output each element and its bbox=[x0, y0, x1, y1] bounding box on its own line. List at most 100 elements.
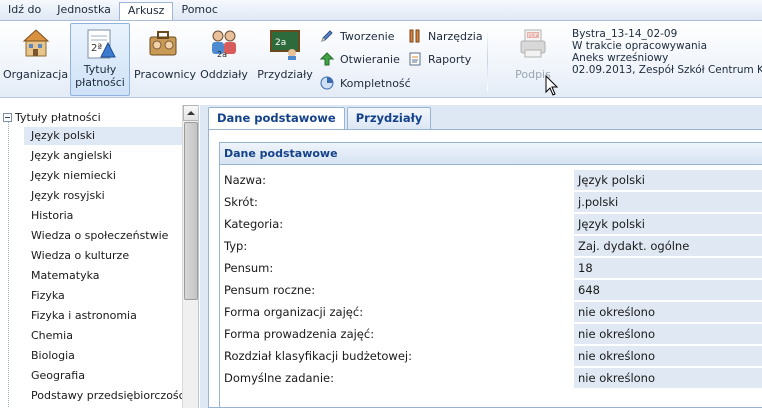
details-panel: Dane podstawowe Przydziały Dane podstawo… bbox=[200, 105, 762, 408]
tree-root[interactable]: Tytuły płatności bbox=[3, 110, 101, 124]
tworzenie-button[interactable]: Tworzenie bbox=[320, 27, 394, 45]
field-value[interactable]: nie określono bbox=[574, 324, 762, 344]
field-row: Pensum roczne: 648 bbox=[220, 279, 762, 301]
pencil-icon bbox=[320, 29, 334, 43]
tworzenie-label: Tworzenie bbox=[340, 29, 395, 43]
podpis-button[interactable]: PDF Podpis bbox=[508, 23, 558, 81]
section-title: Dane podstawowe bbox=[220, 143, 762, 165]
svg-text:2ª: 2ª bbox=[91, 43, 102, 54]
tree-root-label: Tytuły płatności bbox=[15, 110, 101, 124]
field-value[interactable]: Język polski bbox=[574, 170, 762, 190]
collapse-toggle-icon[interactable] bbox=[3, 112, 12, 122]
briefcase-icon bbox=[146, 26, 180, 60]
tree-item[interactable]: Podstawy przedsiębiorczości bbox=[24, 387, 188, 405]
przydzialy-button[interactable]: 2a Przydziały bbox=[256, 23, 314, 81]
pdf-badge: PDF bbox=[528, 33, 538, 39]
tree-item[interactable]: Język rosyjski bbox=[24, 187, 182, 205]
field-value[interactable]: nie określono bbox=[574, 302, 762, 322]
field-row: Domyślne zadanie: nie określono bbox=[220, 367, 762, 389]
tab-content: Dane podstawowe Nazwa: Język polski Skrót:… bbox=[208, 129, 762, 408]
svg-text:2a: 2a bbox=[275, 38, 286, 48]
narzedzia-button[interactable]: Narzędzia bbox=[408, 27, 483, 45]
field-row: Rozdział klasyfikacji budżetowej: nie okr… bbox=[220, 345, 762, 367]
tab-przydzialy[interactable]: Przydziały bbox=[346, 107, 432, 129]
otwieranie-label: Otwieranie bbox=[340, 52, 400, 66]
tree-scrollbar[interactable] bbox=[182, 105, 198, 408]
field-row: Skrót: j.polski bbox=[220, 191, 762, 213]
przydzialy-label: Przydziały bbox=[257, 68, 313, 81]
open-arrow-icon bbox=[319, 52, 335, 66]
tytuly-label-1: Tytuły bbox=[83, 63, 117, 76]
field-value[interactable]: 648 bbox=[574, 280, 762, 300]
menu-bar: Idź do Jednostka Arkusz Pomoc bbox=[0, 0, 762, 21]
info-line-3: Aneks wrześniowy bbox=[572, 52, 669, 64]
tree-panel: Tytuły płatności Język polski Język angie… bbox=[0, 105, 199, 408]
pracownicy-button[interactable]: Pracownicy bbox=[134, 23, 197, 81]
tree-item[interactable]: Język polski bbox=[24, 127, 182, 145]
organizacja-button[interactable]: Organizacja bbox=[3, 23, 68, 81]
field-value[interactable]: nie określono bbox=[574, 346, 762, 366]
field-label: Rozdział klasyfikacji budżetowej: bbox=[224, 349, 412, 363]
tree-item[interactable]: Wiedza o społeczeństwie bbox=[24, 227, 182, 245]
raporty-button[interactable]: Raporty bbox=[408, 50, 471, 68]
otwieranie-button[interactable]: Otwieranie bbox=[319, 50, 400, 68]
field-value[interactable]: nie określono bbox=[574, 368, 762, 388]
tree-item[interactable]: Geografia bbox=[24, 367, 182, 385]
menu-jednostka[interactable]: Jednostka bbox=[49, 0, 119, 20]
field-row: Typ: Zaj. dydakt. ogólne bbox=[220, 235, 762, 257]
tab-strip: Dane podstawowe Przydziały bbox=[208, 107, 433, 130]
field-row: Nazwa: Język polski bbox=[220, 169, 762, 191]
tree-item[interactable]: Matematyka bbox=[24, 267, 182, 285]
tree-item[interactable]: Fizyka i astronomia bbox=[24, 307, 182, 325]
field-row: Forma prowadzenia zajęć: nie określono bbox=[220, 323, 762, 345]
basic-data-section: Dane podstawowe Nazwa: Język polski Skrót:… bbox=[219, 142, 762, 408]
arrow-up-icon bbox=[187, 111, 195, 115]
field-value[interactable]: 18 bbox=[574, 258, 762, 278]
menu-idz-do[interactable]: Idź do bbox=[0, 0, 49, 20]
payment-titles-icon: 2ª bbox=[83, 27, 117, 61]
scroll-up-button[interactable] bbox=[183, 105, 198, 121]
info-line-1: Bystra_13-14_02-09 bbox=[572, 28, 678, 40]
field-label: Domyślne zadanie: bbox=[224, 371, 334, 385]
field-row: Kategoria: Język polski bbox=[220, 213, 762, 235]
field-value[interactable]: Zaj. dydakt. ogólne bbox=[574, 236, 762, 256]
tytuly-platnosci-button[interactable]: 2ª Tytuły płatności bbox=[70, 23, 130, 96]
tree-item[interactable]: Chemia bbox=[24, 327, 182, 345]
tab-dane-podstawowe[interactable]: Dane podstawowe bbox=[208, 107, 345, 130]
tree-item[interactable]: Wiedza o kulturze bbox=[24, 247, 182, 265]
menu-pomoc[interactable]: Pomoc bbox=[173, 0, 225, 20]
tytuly-label-2: płatności bbox=[75, 76, 125, 89]
ribbon-separator bbox=[487, 27, 488, 91]
tree-item[interactable]: Język angielski bbox=[24, 147, 182, 165]
raporty-label: Raporty bbox=[428, 52, 472, 66]
tree-item[interactable]: Fizyka bbox=[24, 287, 182, 305]
report-icon bbox=[408, 52, 422, 66]
field-row: Pensum: 18 bbox=[220, 257, 762, 279]
field-value[interactable]: Język polski bbox=[574, 214, 762, 234]
kompletnosc-button[interactable]: Kompletność bbox=[320, 74, 411, 92]
info-line-4: 02.09.2013, Zespół Szkół Centrum Kszt bbox=[572, 64, 762, 76]
tree-item[interactable]: Biologia bbox=[24, 347, 182, 365]
tree-item[interactable]: Historia bbox=[24, 207, 182, 225]
narzedzia-label: Narzędzia bbox=[428, 29, 483, 43]
field-label: Kategoria: bbox=[224, 217, 284, 231]
info-line-2: W trakcie opracowywania bbox=[572, 40, 708, 52]
field-label: Skrót: bbox=[224, 195, 258, 209]
menu-arkusz[interactable]: Arkusz bbox=[118, 2, 174, 20]
class-icon: 2a bbox=[207, 26, 241, 60]
mouse-pointer-icon bbox=[545, 74, 559, 97]
kompletnosc-label: Kompletność bbox=[340, 76, 411, 90]
field-value[interactable]: j.polski bbox=[574, 192, 762, 212]
svg-text:2a: 2a bbox=[217, 50, 227, 59]
tree-item[interactable]: Język niemiecki bbox=[24, 167, 182, 185]
printer-pdf-icon: PDF bbox=[516, 26, 550, 60]
pracownicy-label: Pracownicy bbox=[134, 68, 197, 81]
sheet-info: Bystra_13-14_02-09 W trakcie opracowywan… bbox=[572, 28, 762, 76]
oddzialy-button[interactable]: 2a Oddziały bbox=[197, 23, 251, 81]
field-row: Forma organizacji zajęć: nie określono bbox=[220, 301, 762, 323]
completeness-icon bbox=[320, 76, 334, 90]
scroll-thumb[interactable] bbox=[184, 122, 198, 300]
ribbon: Organizacja 2ª Tytuły płatności Pracowni… bbox=[0, 21, 762, 98]
field-label: Nazwa: bbox=[224, 173, 267, 187]
organization-icon bbox=[18, 26, 52, 60]
